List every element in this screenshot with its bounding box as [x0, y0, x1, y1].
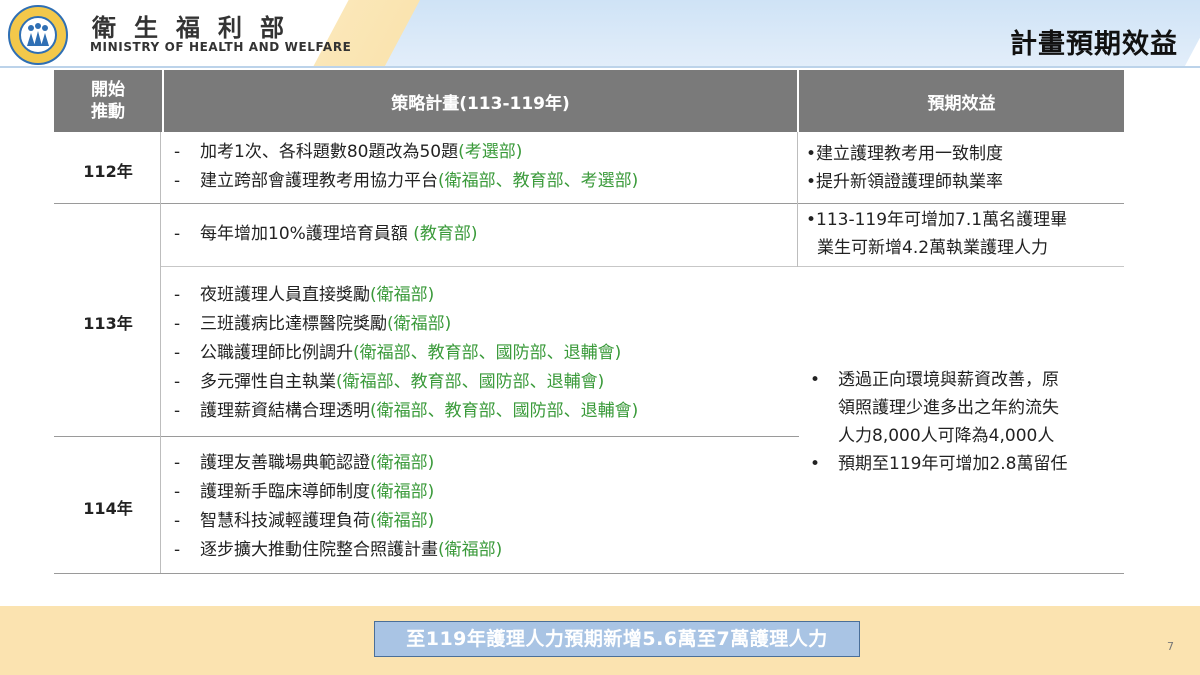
agency-label: (教育部)	[413, 224, 478, 244]
agency-label: (衛福部)	[387, 314, 452, 334]
benefit-line: •提升新領證護理師執業率	[806, 172, 1004, 192]
list-item: - 建立跨部會護理教考用協力平台(衛福部、教育部、考選部)	[174, 167, 638, 196]
agency-label: (衛福部、教育部、國防部、退輔會)	[336, 372, 605, 392]
item-text: 每年增加10%護理培育員額	[200, 224, 414, 244]
list-item: - 三班護病比達標醫院獎勵(衛福部)	[174, 310, 638, 339]
agency-label: (衛福部、教育部、國防部、退輔會)	[370, 401, 639, 421]
list-item: - 護理新手臨床導師制度(衛福部)	[174, 478, 502, 507]
item-text: 智慧科技減輕護理負荷	[200, 511, 370, 531]
emblem-figures-icon	[27, 23, 49, 46]
bullet-marker: •	[810, 454, 821, 474]
list-item: - 加考1次、各科題數80題改為50題(考選部)	[174, 138, 638, 167]
benefit-line: 人力8,000人可降為4,000人	[838, 426, 1055, 446]
agency-label: (考選部)	[458, 142, 523, 162]
column-header-strategy: 策略計畫(113-119年)	[164, 70, 797, 132]
dash-marker: -	[174, 401, 181, 421]
column-divider-2	[797, 132, 798, 267]
item-text: 護理友善職場典範認證	[200, 453, 370, 473]
org-name-english: MINISTRY OF HEALTH AND WELFARE	[90, 40, 352, 54]
page-number: 7	[1167, 640, 1174, 653]
item-text: 護理新手臨床導師制度	[200, 482, 370, 502]
header-divider	[0, 66, 1200, 68]
benefit-line: 業生可新增4.2萬執業護理人力	[817, 238, 1049, 258]
dash-marker: -	[174, 372, 181, 392]
dash-marker: -	[174, 343, 181, 363]
list-item: - 多元彈性自主執業(衛福部、教育部、國防部、退輔會)	[174, 368, 638, 397]
list-item: - 公職護理師比例調升(衛福部、教育部、國防部、退輔會)	[174, 339, 638, 368]
page-title: 計畫預期效益	[1010, 29, 1178, 60]
summary-banner: 至119年護理人力預期新增5.6萬至7萬護理人力	[374, 621, 860, 657]
item-text: 三班護病比達標醫院獎勵	[200, 314, 387, 334]
list-item: - 每年增加10%護理培育員額 (教育部)	[174, 220, 477, 249]
dash-marker: -	[174, 285, 181, 305]
column-header-benefit: 預期效益	[799, 70, 1124, 132]
benefit-item: • 預期至119年可增加2.8萬留任	[806, 450, 1067, 478]
strategy-list-112: - 加考1次、各科題數80題改為50題(考選部) - 建立跨部會護理教考用協力平台(…	[174, 138, 638, 196]
strategy-list-114: - 護理友善職場典範認證(衛福部) - 護理新手臨床導師制度(衛福部) - 智慧科技減…	[174, 449, 502, 565]
agency-label: (衛福部)	[438, 540, 503, 560]
benefit-113: •113-119年可增加7.1萬名護理畢 業生可新增4.2萬執業護理人力	[806, 206, 1067, 262]
ministry-emblem-icon	[8, 5, 68, 65]
dash-marker: -	[174, 511, 181, 531]
dash-marker: -	[174, 482, 181, 502]
dash-marker: -	[174, 142, 181, 162]
benefit-shared: • 透過正向環境與薪資改善，原 領照護理少進多出之年約流失 人力8,000人可降…	[806, 366, 1067, 478]
benefit-112: •建立護理教考用一致制度 •提升新領證護理師執業率	[806, 140, 1003, 196]
benefit-item: • 透過正向環境與薪資改善，原 領照護理少進多出之年約流失 人力8,000人可降…	[806, 366, 1067, 450]
year-label-113: 113年	[83, 314, 133, 333]
table-bottom-rule	[54, 573, 1124, 574]
agency-label: (衛福部)	[370, 453, 435, 473]
column-header-start-year: 開始 推動	[54, 70, 162, 132]
benefit-line: 領照護理少進多出之年約流失	[838, 398, 1059, 418]
list-item: - 智慧科技減輕護理負荷(衛福部)	[174, 507, 502, 536]
emblem-inner-ring	[19, 16, 57, 54]
item-text: 護理薪資結構合理透明	[200, 401, 370, 421]
agency-label: (衛福部)	[370, 482, 435, 502]
dash-marker: -	[174, 224, 181, 244]
row-divider-113	[54, 436, 799, 437]
item-text: 加考1次、各科題數80題改為50題	[200, 142, 459, 162]
bullet-marker: •	[810, 370, 821, 390]
list-item: - 逐步擴大推動住院整合照護計畫(衛福部)	[174, 536, 502, 565]
strategy-list-113b: - 夜班護理人員直接獎勵(衛福部) - 三班護病比達標醫院獎勵(衛福部) - 公職護理…	[174, 281, 638, 426]
agency-label: (衛福部、教育部、考選部)	[438, 171, 639, 191]
year-label-114: 114年	[83, 499, 133, 518]
item-text: 逐步擴大推動住院整合照護計畫	[200, 540, 438, 560]
item-text: 多元彈性自主執業	[200, 372, 336, 392]
benefit-line: 透過正向環境與薪資改善，原	[838, 370, 1059, 390]
agency-label: (衛福部、教育部、國防部、退輔會)	[353, 343, 622, 363]
row-divider-112	[54, 203, 1124, 204]
year-label-112: 112年	[83, 162, 133, 181]
item-text: 建立跨部會護理教考用協力平台	[200, 171, 438, 191]
list-item: - 護理友善職場典範認證(衛福部)	[174, 449, 502, 478]
list-item: - 夜班護理人員直接獎勵(衛福部)	[174, 281, 638, 310]
column-header-start-year-label: 開始 推動	[91, 80, 125, 122]
dash-marker: -	[174, 314, 181, 334]
list-item: - 護理薪資結構合理透明(衛福部、教育部、國防部、退輔會)	[174, 397, 638, 426]
benefit-line: •建立護理教考用一致制度	[806, 144, 1004, 164]
dash-marker: -	[174, 540, 181, 560]
row-divider-113a	[160, 266, 1124, 267]
agency-label: (衛福部)	[370, 285, 435, 305]
dash-marker: -	[174, 171, 181, 191]
agency-label: (衛福部)	[370, 511, 435, 531]
dash-marker: -	[174, 453, 181, 473]
org-name-chinese: 衛生福利部	[92, 14, 302, 42]
benefit-line: 預期至119年可增加2.8萬留任	[838, 454, 1068, 474]
benefit-line: •113-119年可增加7.1萬名護理畢	[806, 210, 1068, 230]
item-text: 公職護理師比例調升	[200, 343, 353, 363]
item-text: 夜班護理人員直接獎勵	[200, 285, 370, 305]
strategy-list-113a: - 每年增加10%護理培育員額 (教育部)	[174, 220, 477, 249]
